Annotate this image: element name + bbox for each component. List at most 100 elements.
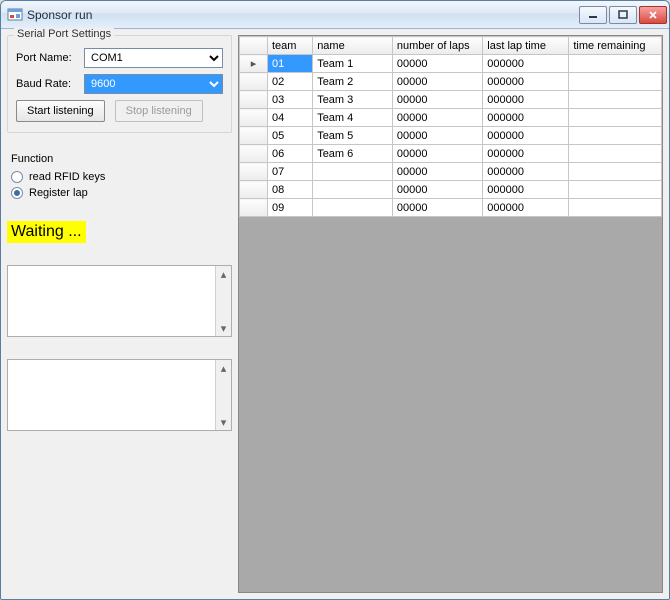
table-row[interactable]: 06Team 600000000000 xyxy=(240,145,662,163)
cell-last[interactable]: 000000 xyxy=(483,145,569,163)
window-title: Sponsor run xyxy=(27,8,579,22)
table-row[interactable]: 04Team 400000000000 xyxy=(240,109,662,127)
stop-listening-button: Stop listening xyxy=(115,100,203,122)
cell-time[interactable] xyxy=(569,145,662,163)
table-row[interactable]: 09 00000000000 xyxy=(240,199,662,217)
status-label: Waiting ... xyxy=(7,221,86,243)
cell-time[interactable] xyxy=(569,109,662,127)
row-header[interactable] xyxy=(240,127,268,145)
cell-name[interactable] xyxy=(313,199,393,217)
app-icon xyxy=(7,7,23,23)
row-header[interactable]: ▸ xyxy=(240,55,268,73)
cell-team[interactable]: 08 xyxy=(267,181,312,199)
cell-team[interactable]: 02 xyxy=(267,73,312,91)
row-header[interactable] xyxy=(240,109,268,127)
table-row[interactable]: ▸01Team 100000000000 xyxy=(240,55,662,73)
scroll-down-icon[interactable]: ▾ xyxy=(216,414,231,430)
cell-last[interactable]: 000000 xyxy=(483,181,569,199)
radio-read-rfid[interactable]: read RFID keys xyxy=(11,171,232,183)
cell-laps[interactable]: 00000 xyxy=(392,145,482,163)
cell-name[interactable]: Team 6 xyxy=(313,145,393,163)
cell-laps[interactable]: 00000 xyxy=(392,91,482,109)
table-row[interactable]: 03Team 300000000000 xyxy=(240,91,662,109)
row-header-corner[interactable] xyxy=(240,37,268,55)
cell-last[interactable]: 000000 xyxy=(483,163,569,181)
cell-last[interactable]: 000000 xyxy=(483,73,569,91)
scroll-down-icon[interactable]: ▾ xyxy=(216,320,231,336)
cell-laps[interactable]: 00000 xyxy=(392,127,482,145)
table-row[interactable]: 08 00000000000 xyxy=(240,181,662,199)
maximize-button[interactable] xyxy=(609,6,637,24)
cell-time[interactable] xyxy=(569,127,662,145)
row-header[interactable] xyxy=(240,73,268,91)
cell-team[interactable]: 07 xyxy=(267,163,312,181)
cell-last[interactable]: 000000 xyxy=(483,109,569,127)
baud-rate-select[interactable]: 9600 xyxy=(84,74,223,94)
scrollbar[interactable]: ▴ ▾ xyxy=(215,360,231,430)
scroll-up-icon[interactable]: ▴ xyxy=(216,266,231,282)
cell-name[interactable]: Team 3 xyxy=(313,91,393,109)
row-header[interactable] xyxy=(240,163,268,181)
col-name[interactable]: name xyxy=(313,37,393,55)
window-controls xyxy=(579,6,667,24)
cell-team[interactable]: 01 xyxy=(267,55,312,73)
cell-team[interactable]: 03 xyxy=(267,91,312,109)
serial-legend: Serial Port Settings xyxy=(14,28,114,40)
log-textbox-1[interactable]: ▴ ▾ xyxy=(7,265,232,337)
cell-last[interactable]: 000000 xyxy=(483,127,569,145)
log-textbox-2[interactable]: ▴ ▾ xyxy=(7,359,232,431)
laps-table[interactable]: team name number of laps last lap time t… xyxy=(239,36,662,217)
cell-time[interactable] xyxy=(569,91,662,109)
cell-laps[interactable]: 00000 xyxy=(392,181,482,199)
cell-last[interactable]: 000000 xyxy=(483,199,569,217)
minimize-button[interactable] xyxy=(579,6,607,24)
close-button[interactable] xyxy=(639,6,667,24)
radio-label-register-lap: Register lap xyxy=(29,187,88,199)
cell-last[interactable]: 000000 xyxy=(483,91,569,109)
col-laps[interactable]: number of laps xyxy=(392,37,482,55)
cell-time[interactable] xyxy=(569,73,662,91)
row-header[interactable] xyxy=(240,145,268,163)
cell-time[interactable] xyxy=(569,181,662,199)
col-time[interactable]: time remaining xyxy=(569,37,662,55)
scroll-up-icon[interactable]: ▴ xyxy=(216,360,231,376)
table-row[interactable]: 02Team 200000000000 xyxy=(240,73,662,91)
cell-last[interactable]: 000000 xyxy=(483,55,569,73)
app-window: Sponsor run Serial Port Settings Port Na… xyxy=(0,0,670,600)
baud-rate-label: Baud Rate: xyxy=(16,78,78,90)
cell-laps[interactable]: 00000 xyxy=(392,55,482,73)
data-grid-panel[interactable]: team name number of laps last lap time t… xyxy=(238,35,663,593)
start-listening-button[interactable]: Start listening xyxy=(16,100,105,122)
cell-laps[interactable]: 00000 xyxy=(392,199,482,217)
cell-laps[interactable]: 00000 xyxy=(392,109,482,127)
cell-name[interactable]: Team 4 xyxy=(313,109,393,127)
port-name-label: Port Name: xyxy=(16,52,78,64)
cell-team[interactable]: 04 xyxy=(267,109,312,127)
radio-label-read-rfid: read RFID keys xyxy=(29,171,105,183)
cell-team[interactable]: 05 xyxy=(267,127,312,145)
titlebar[interactable]: Sponsor run xyxy=(1,1,669,29)
radio-icon xyxy=(11,187,23,199)
col-team[interactable]: team xyxy=(267,37,312,55)
cell-time[interactable] xyxy=(569,163,662,181)
table-row[interactable]: 07 00000000000 xyxy=(240,163,662,181)
cell-name[interactable] xyxy=(313,181,393,199)
row-header[interactable] xyxy=(240,199,268,217)
radio-register-lap[interactable]: Register lap xyxy=(11,187,232,199)
cell-name[interactable]: Team 5 xyxy=(313,127,393,145)
col-last[interactable]: last lap time xyxy=(483,37,569,55)
row-header[interactable] xyxy=(240,181,268,199)
cell-laps[interactable]: 00000 xyxy=(392,73,482,91)
cell-time[interactable] xyxy=(569,199,662,217)
cell-name[interactable]: Team 2 xyxy=(313,73,393,91)
cell-time[interactable] xyxy=(569,55,662,73)
cell-team[interactable]: 06 xyxy=(267,145,312,163)
table-row[interactable]: 05Team 500000000000 xyxy=(240,127,662,145)
row-header[interactable] xyxy=(240,91,268,109)
cell-name[interactable]: Team 1 xyxy=(313,55,393,73)
cell-name[interactable] xyxy=(313,163,393,181)
cell-laps[interactable]: 00000 xyxy=(392,163,482,181)
port-name-select[interactable]: COM1 xyxy=(84,48,223,68)
scrollbar[interactable]: ▴ ▾ xyxy=(215,266,231,336)
cell-team[interactable]: 09 xyxy=(267,199,312,217)
